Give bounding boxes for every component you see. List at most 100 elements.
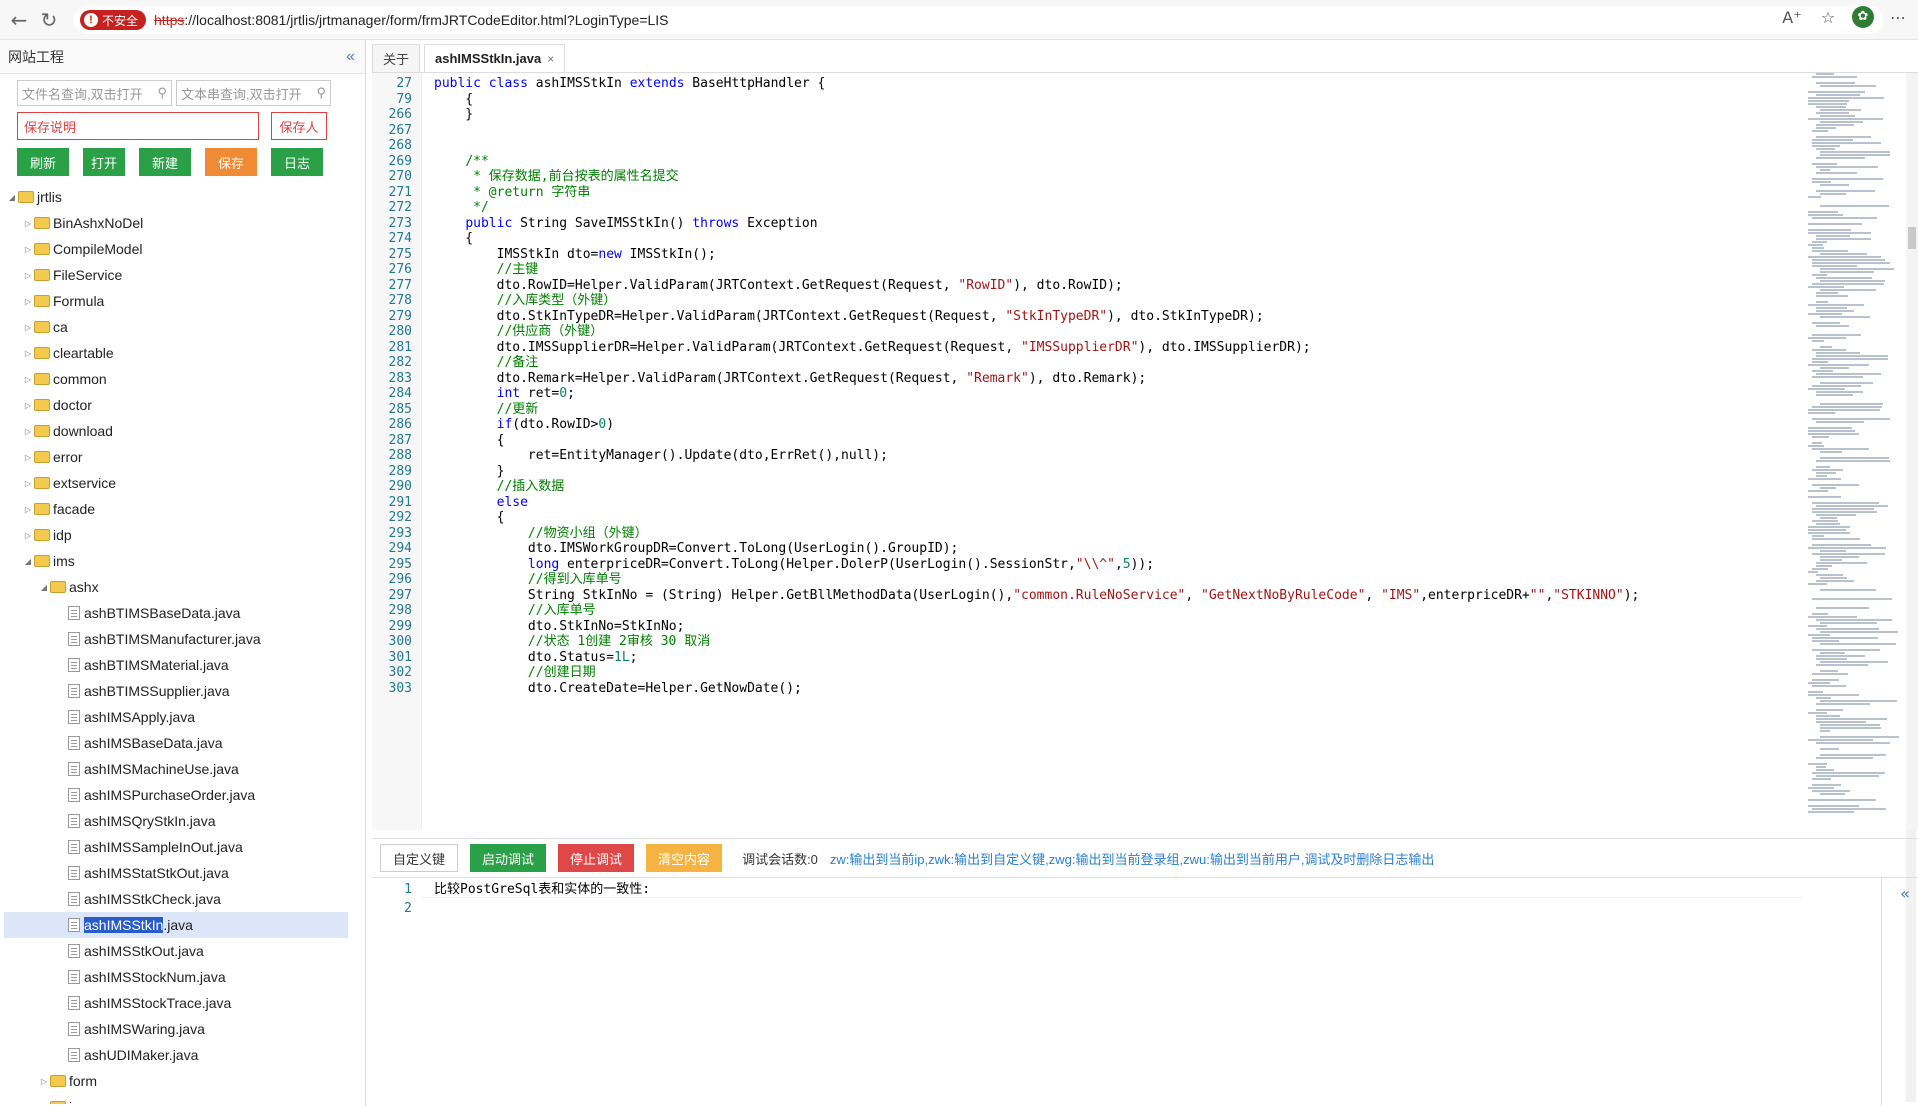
collapsed-arrow-icon[interactable]: ▷ (22, 245, 34, 254)
favorite-star-icon[interactable]: ☆ (1816, 8, 1840, 27)
minimap-line (1816, 235, 1850, 237)
collapsed-arrow-icon[interactable]: ▷ (22, 401, 34, 410)
code-editor[interactable]: 27 public class ashIMSStkIn extends BaseH… (372, 72, 1918, 830)
extension-icon[interactable]: ✿ (1852, 6, 1874, 28)
folder-icon (34, 399, 50, 411)
tree-file[interactable]: ashUDIMaker.java (4, 1042, 348, 1068)
more-menu-icon[interactable]: ⋯ (1886, 8, 1910, 27)
tree-folder[interactable]: ▷ facade (4, 496, 348, 522)
tree-file[interactable]: ashIMSStkOut.java (4, 938, 348, 964)
tree-file[interactable]: ashBTIMSMaterial.java (4, 652, 348, 678)
tree-folder[interactable]: ▷ form (4, 1068, 348, 1094)
collapsed-arrow-icon[interactable]: ▷ (22, 323, 34, 332)
tree-file[interactable]: ashBTIMSManufacturer.java (4, 626, 348, 652)
tree-folder[interactable]: ▷ doctor (4, 392, 348, 418)
file-icon (68, 710, 80, 724)
address-bar[interactable]: ! 不安全 https://localhost:8081/jrtlis/jrtma… (74, 6, 1884, 34)
back-icon[interactable]: ← (4, 5, 34, 35)
save-description-input[interactable]: 保存说明 (17, 112, 259, 140)
tree-folder[interactable]: ▷ ca (4, 314, 348, 340)
collapsed-arrow-icon[interactable]: ▷ (22, 531, 34, 540)
expanded-arrow-icon[interactable]: ◢ (38, 583, 50, 592)
collapsed-arrow-icon[interactable]: ▷ (22, 453, 34, 462)
tree-folder[interactable]: ▷ download (4, 418, 348, 444)
tree-file[interactable]: ashBTIMSBaseData.java (4, 600, 348, 626)
refresh-button[interactable]: 刷新 (17, 148, 69, 176)
read-aloud-icon[interactable]: A⁺ (1780, 8, 1804, 27)
insecure-badge[interactable]: ! 不安全 (80, 10, 147, 30)
tree-file[interactable]: ashIMSStkCheck.java (4, 886, 348, 912)
collapsed-arrow-icon[interactable]: ▷ (22, 505, 34, 514)
tree-file[interactable]: ashIMSApply.java (4, 704, 348, 730)
output-editor[interactable]: « 1 比较PostGreSql表和实体的一致性: 2 (372, 878, 1918, 1106)
tree-folder[interactable]: ▷ cleartable (4, 340, 348, 366)
minimap-line (1812, 139, 1853, 141)
tree-file[interactable]: ashIMSBaseData.java (4, 730, 348, 756)
tab-ashimsstkin[interactable]: ashIMSStkIn.java × (424, 44, 566, 72)
collapsed-arrow-icon[interactable]: ▷ (22, 375, 34, 384)
reload-icon[interactable]: ↻ (34, 5, 64, 35)
tree-file[interactable]: ashIMSPurchaseOrder.java (4, 782, 348, 808)
expanded-arrow-icon[interactable]: ◢ (22, 557, 34, 566)
open-button[interactable]: 打开 (83, 148, 125, 176)
file-icon (68, 866, 80, 880)
scroll-thumb[interactable] (1908, 227, 1916, 249)
clear-content-button[interactable]: 清空内容 (646, 844, 723, 872)
tree-folder[interactable]: ▷ idp (4, 522, 348, 548)
tree-folder[interactable]: ◢ jrtlis (4, 184, 348, 210)
tree-file[interactable]: ashIMSMachineUse.java (4, 756, 348, 782)
collapsed-arrow-icon[interactable]: ▷ (22, 349, 34, 358)
tree-folder[interactable]: ▷ Formula (4, 288, 348, 314)
minimap-line (1816, 655, 1866, 657)
collapsed-arrow-icon[interactable]: ▷ (22, 271, 34, 280)
tree-file[interactable]: ashIMSStockTrace.java (4, 990, 348, 1016)
expand-icon[interactable]: « (1900, 884, 1910, 903)
log-button[interactable]: 日志 (271, 148, 323, 176)
tree-file[interactable]: ashIMSStatStkOut.java (4, 860, 348, 886)
tree-folder[interactable]: ▷ js (4, 1094, 348, 1104)
collapsed-arrow-icon[interactable]: ▷ (22, 479, 34, 488)
tree-item-label: ashIMSStockTrace.java (84, 995, 232, 1011)
save-button[interactable]: 保存 (205, 148, 257, 176)
tree-file[interactable]: ashIMSStkIn.java (4, 912, 348, 938)
tree-folder[interactable]: ▷ CompileModel (4, 236, 348, 262)
minimap-line (1816, 580, 1854, 582)
tree-item-label: ashIMSStkIn.java (84, 917, 193, 933)
tree-folder[interactable]: ◢ ims (4, 548, 348, 574)
tree-item-label: download (53, 423, 113, 439)
new-button[interactable]: 新建 (139, 148, 191, 176)
expanded-arrow-icon[interactable]: ◢ (6, 193, 18, 202)
tree-file[interactable]: ashBTIMSSupplier.java (4, 678, 348, 704)
selected-text: ashIMSStkIn (84, 917, 164, 933)
editor-scrollbar[interactable] (1906, 73, 1918, 830)
collapsed-arrow-icon[interactable]: ▷ (38, 1103, 50, 1105)
minimap-line (1812, 76, 1858, 78)
stop-debug-button[interactable]: 停止调试 (558, 844, 635, 872)
text-search-input[interactable]: 文本串查询,双击打开 ⚲ (176, 80, 331, 106)
tree-folder[interactable]: ▷ common (4, 366, 348, 392)
collapsed-arrow-icon[interactable]: ▷ (22, 427, 34, 436)
start-debug-button[interactable]: 启动调试 (470, 844, 547, 872)
output-line: 1 比较PostGreSql表和实体的一致性: (372, 880, 1772, 899)
tree-folder[interactable]: ◢ ashx (4, 574, 348, 600)
collapsed-arrow-icon[interactable]: ▷ (22, 219, 34, 228)
minimap[interactable] (1804, 73, 1904, 830)
minimap-line (1812, 790, 1851, 792)
tree-folder[interactable]: ▷ extservice (4, 470, 348, 496)
collapsed-arrow-icon[interactable]: ▷ (38, 1077, 50, 1086)
tree-file[interactable]: ashIMSQryStkIn.java (4, 808, 348, 834)
file-search-input[interactable]: 文件名查询,双击打开 ⚲ (17, 80, 172, 106)
close-icon[interactable]: × (547, 52, 554, 66)
tree-file[interactable]: ashIMSStockNum.java (4, 964, 348, 990)
tab-about[interactable]: 关于 (372, 44, 421, 72)
tree-folder[interactable]: ▷ BinAshxNoDel (4, 210, 348, 236)
tree-file[interactable]: ashIMSSampleInOut.java (4, 834, 348, 860)
tree-folder[interactable]: ▷ FileService (4, 262, 348, 288)
custom-key-button[interactable]: 自定义键 (380, 844, 459, 872)
collapse-left-icon[interactable]: « (346, 48, 355, 66)
tree-folder[interactable]: ▷ error (4, 444, 348, 470)
minimap-line (1816, 292, 1838, 294)
tree-file[interactable]: ashIMSWaring.java (4, 1016, 348, 1042)
save-person-input[interactable]: 保存人 (271, 112, 327, 140)
collapsed-arrow-icon[interactable]: ▷ (22, 297, 34, 306)
